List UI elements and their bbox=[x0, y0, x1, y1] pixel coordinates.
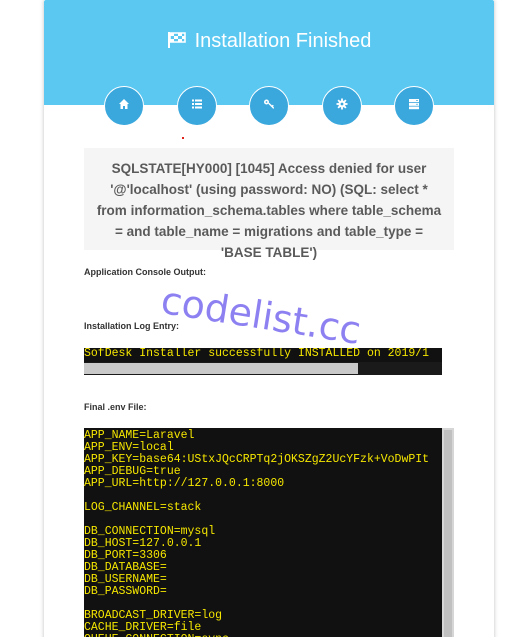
red-dot bbox=[182, 137, 184, 139]
title-text: Installation Finished bbox=[194, 30, 372, 52]
step-requirements-button[interactable] bbox=[177, 86, 217, 126]
error-message: SQLSTATE[HY000] [1045] Access denied for… bbox=[84, 148, 454, 260]
server-icon bbox=[408, 97, 420, 115]
log-scrollbar-thumb[interactable] bbox=[84, 363, 358, 374]
console-output-label: Application Console Output: bbox=[84, 267, 206, 277]
home-icon bbox=[118, 97, 130, 115]
page-title: Installation Finished bbox=[44, 30, 494, 55]
step-settings-button[interactable] bbox=[322, 86, 362, 126]
key-icon bbox=[263, 97, 275, 115]
step-permissions-button[interactable] bbox=[249, 86, 289, 126]
step-nav bbox=[44, 86, 494, 128]
log-horizontal-scrollbar[interactable] bbox=[84, 362, 442, 375]
env-vertical-scrollbar[interactable] bbox=[442, 428, 454, 637]
env-scrollbar-thumb[interactable] bbox=[444, 430, 452, 637]
gear-icon bbox=[336, 97, 348, 115]
step-finished-button[interactable] bbox=[394, 86, 434, 126]
step-home-button[interactable] bbox=[104, 86, 144, 126]
log-entry-box[interactable]: SofDesk Installer successfully INSTALLED… bbox=[84, 348, 442, 375]
flag-icon bbox=[167, 31, 187, 55]
env-file-box[interactable]: APP_NAME=Laravel APP_ENV=local APP_KEY=b… bbox=[84, 428, 454, 637]
list-icon bbox=[191, 97, 203, 115]
env-file-text: APP_NAME=Laravel APP_ENV=local APP_KEY=b… bbox=[84, 429, 430, 637]
log-entry-text: SofDesk Installer successfully INSTALLED… bbox=[84, 348, 442, 360]
env-file-label: Final .env File: bbox=[84, 402, 147, 412]
